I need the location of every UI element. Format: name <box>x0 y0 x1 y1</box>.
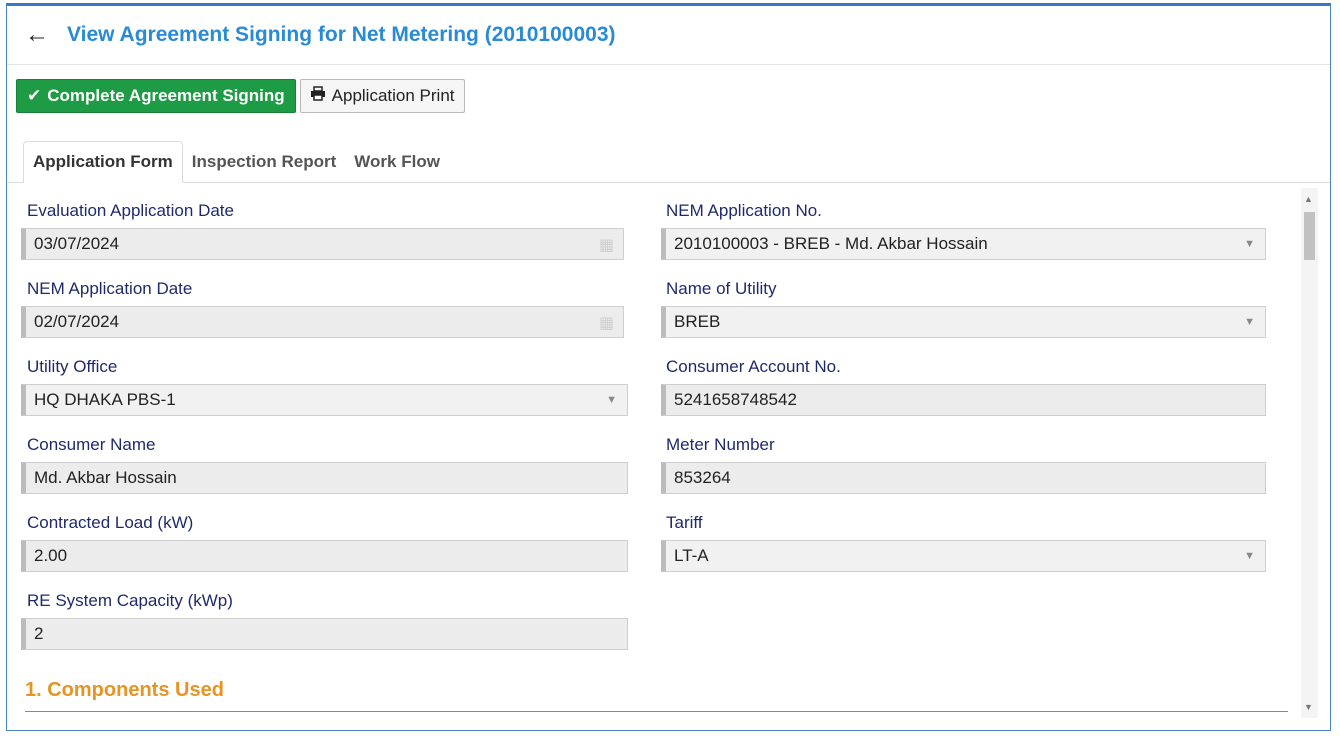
print-icon <box>310 86 326 106</box>
calendar-icon[interactable]: ▦ <box>599 235 614 255</box>
re-capacity-value: 2 <box>34 624 44 643</box>
section-divider <box>25 711 1288 712</box>
page-header: ← View Agreement Signing for Net Meterin… <box>7 6 1330 65</box>
tariff-select[interactable]: LT-A ▼ <box>661 540 1266 572</box>
calendar-icon[interactable]: ▦ <box>599 313 614 333</box>
section-title: 1. Components Used <box>25 679 224 701</box>
contracted-load-field[interactable]: 2.00 <box>21 540 628 572</box>
utility-name-label: Name of Utility <box>666 279 777 298</box>
nem-app-no-value: 2010100003 - BREB - Md. Akbar Hossain <box>674 234 988 253</box>
tab-application-form[interactable]: Application Form <box>23 141 183 183</box>
tab-work-flow[interactable]: Work Flow <box>345 142 449 182</box>
main-panel: ← View Agreement Signing for Net Meterin… <box>6 3 1331 731</box>
nem-app-date-field[interactable]: 02/07/2024 <box>21 306 624 338</box>
contracted-load-label: Contracted Load (kW) <box>27 513 194 532</box>
vertical-scrollbar[interactable]: ▲ ▼ <box>1301 188 1318 718</box>
consumer-account-value: 5241658748542 <box>674 390 797 409</box>
utility-office-select[interactable]: HQ DHAKA PBS-1 ▼ <box>21 384 628 416</box>
scroll-thumb[interactable] <box>1304 212 1315 260</box>
form-content: Evaluation Application Date 03/07/2024 ▦… <box>7 183 1300 730</box>
back-arrow-icon[interactable]: ← <box>25 23 49 47</box>
nem-app-no-select[interactable]: 2010100003 - BREB - Md. Akbar Hossain ▼ <box>661 228 1266 260</box>
chevron-down-icon: ▼ <box>1244 316 1255 328</box>
consumer-account-field[interactable]: 5241658748542 <box>661 384 1266 416</box>
chevron-down-icon: ▼ <box>1244 238 1255 250</box>
page-title: View Agreement Signing for Net Metering … <box>67 23 616 46</box>
scroll-up-icon[interactable]: ▲ <box>1304 194 1313 204</box>
tab-bar: Application Form Inspection Report Work … <box>7 140 1330 183</box>
check-icon: ✔ <box>27 86 42 105</box>
meter-number-field[interactable]: 853264 <box>661 462 1266 494</box>
meter-number-label: Meter Number <box>666 435 775 454</box>
consumer-account-label: Consumer Account No. <box>666 357 841 376</box>
toolbar: ✔ Complete Agreement Signing Application… <box>16 79 465 113</box>
utility-office-label: Utility Office <box>27 357 118 376</box>
nem-app-no-label: NEM Application No. <box>666 201 822 220</box>
complete-agreement-signing-button[interactable]: ✔ Complete Agreement Signing <box>16 79 296 113</box>
consumer-name-value: Md. Akbar Hossain <box>34 468 177 487</box>
application-print-button[interactable]: Application Print <box>299 79 465 113</box>
chevron-down-icon: ▼ <box>606 394 617 406</box>
consumer-name-label: Consumer Name <box>27 435 156 454</box>
complete-button-label: Complete Agreement Signing <box>47 86 285 105</box>
re-capacity-field[interactable]: 2 <box>21 618 628 650</box>
contracted-load-value: 2.00 <box>34 546 68 565</box>
utility-name-value: BREB <box>674 312 721 331</box>
tab-inspection-report[interactable]: Inspection Report <box>183 142 346 182</box>
evaluation-date-field[interactable]: 03/07/2024 <box>21 228 624 260</box>
nem-app-date-label: NEM Application Date <box>27 279 193 298</box>
chevron-down-icon: ▼ <box>1244 550 1255 562</box>
utility-office-value: HQ DHAKA PBS-1 <box>34 390 176 409</box>
print-button-label: Application Print <box>331 86 455 105</box>
nem-app-date-value: 02/07/2024 <box>34 312 120 331</box>
consumer-name-field[interactable]: Md. Akbar Hossain <box>21 462 628 494</box>
tariff-value: LT-A <box>674 546 709 565</box>
meter-number-value: 853264 <box>674 468 731 487</box>
utility-name-select[interactable]: BREB ▼ <box>661 306 1266 338</box>
evaluation-date-label: Evaluation Application Date <box>27 201 234 220</box>
tariff-label: Tariff <box>666 513 703 532</box>
scroll-down-icon[interactable]: ▼ <box>1304 702 1313 712</box>
evaluation-date-value: 03/07/2024 <box>34 234 120 253</box>
re-capacity-label: RE System Capacity (kWp) <box>27 591 233 610</box>
